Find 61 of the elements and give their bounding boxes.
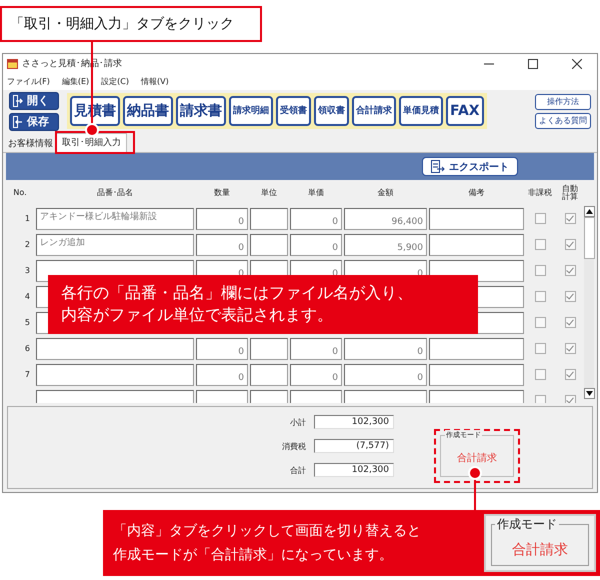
total-field: (7,577): [314, 439, 394, 453]
document-button[interactable]: 合計請求: [352, 96, 396, 126]
amount-field[interactable]: 0: [344, 338, 427, 360]
column-header: 品番･品名: [96, 188, 134, 198]
total-field: 102,300: [314, 463, 394, 477]
row-number: 3: [24, 266, 31, 275]
save-button[interactable]: 保存: [9, 112, 59, 130]
quantity-field[interactable]: 0: [196, 234, 248, 256]
unit-price-field[interactable]: 0: [290, 338, 342, 360]
amount-field[interactable]: 0: [344, 364, 427, 386]
column-header: No.: [12, 188, 28, 198]
column-header: 金額: [376, 188, 394, 198]
quantity-field[interactable]: 0: [196, 208, 248, 230]
row-number: 6: [24, 344, 31, 353]
menu-item[interactable]: 情報(V): [140, 76, 169, 87]
document-button[interactable]: 納品書: [123, 96, 173, 126]
help-button[interactable]: 操作方法: [535, 94, 591, 110]
row-number: 5: [24, 318, 31, 327]
document-button[interactable]: 請求書: [176, 96, 226, 126]
callout-text: 「内容」タブをクリックして画面を切り替えると作成モードが「合計請求」になっています。: [113, 522, 422, 565]
document-button[interactable]: 領収書: [314, 96, 349, 126]
total-label: 合計: [289, 464, 306, 476]
total-field: 102,300: [314, 415, 394, 429]
quantity-field[interactable]: 0: [196, 364, 248, 386]
total-label: 小計: [289, 416, 306, 428]
tab[interactable]: お客様情報: [5, 136, 56, 152]
row-number: 2: [24, 240, 31, 249]
help-button[interactable]: よくある質問: [535, 112, 591, 128]
tab[interactable]: 取引･明細入力: [56, 133, 127, 152]
column-header: 数量: [213, 188, 231, 198]
row-number: 7: [24, 370, 31, 379]
column-header: 単位: [260, 188, 278, 198]
amount-field[interactable]: 5,900: [344, 234, 427, 256]
export-button[interactable]: エクスポート: [422, 157, 518, 176]
column-header: 自動計算: [562, 184, 578, 202]
open-button[interactable]: 開く: [9, 92, 59, 110]
unit-price-field[interactable]: 0: [290, 208, 342, 230]
menu-item[interactable]: 設定(C): [101, 76, 129, 87]
amount-field[interactable]: 96,400: [344, 208, 427, 230]
name-field[interactable]: レンガ追加: [36, 234, 194, 256]
column-header: 非課税: [527, 188, 553, 198]
document-button[interactable]: 請求明細: [229, 96, 273, 126]
column-header: 単価: [307, 188, 325, 198]
quantity-field[interactable]: 0: [196, 338, 248, 360]
column-header: 備考: [468, 188, 486, 198]
menu-item[interactable]: 編集(E): [62, 76, 90, 87]
total-label: 消費税: [281, 440, 306, 452]
mode-value: 合計請求: [512, 541, 568, 559]
callout-tooltip: 「取引・明細入力」タブをクリック: [0, 6, 262, 42]
unit-price-field[interactable]: 0: [290, 364, 342, 386]
document-button[interactable]: 受領書: [276, 96, 311, 126]
document-button[interactable]: FAX: [446, 96, 484, 126]
row-number: 4: [24, 292, 31, 301]
document-button[interactable]: 単価見積: [399, 96, 443, 126]
group-legend: 作成モード: [495, 516, 559, 532]
row-number: 1: [24, 214, 31, 223]
callout-text: 各行の「品番・品名」欄にはファイル名が入り、内容がファイル単位で表記されます。: [61, 282, 414, 326]
menu-item[interactable]: ファイル(F): [7, 76, 50, 87]
name-field[interactable]: アキンドー様ビル駐輪場新設: [36, 208, 194, 230]
mode-value: 合計請求: [457, 452, 497, 465]
unit-price-field[interactable]: 0: [290, 234, 342, 256]
